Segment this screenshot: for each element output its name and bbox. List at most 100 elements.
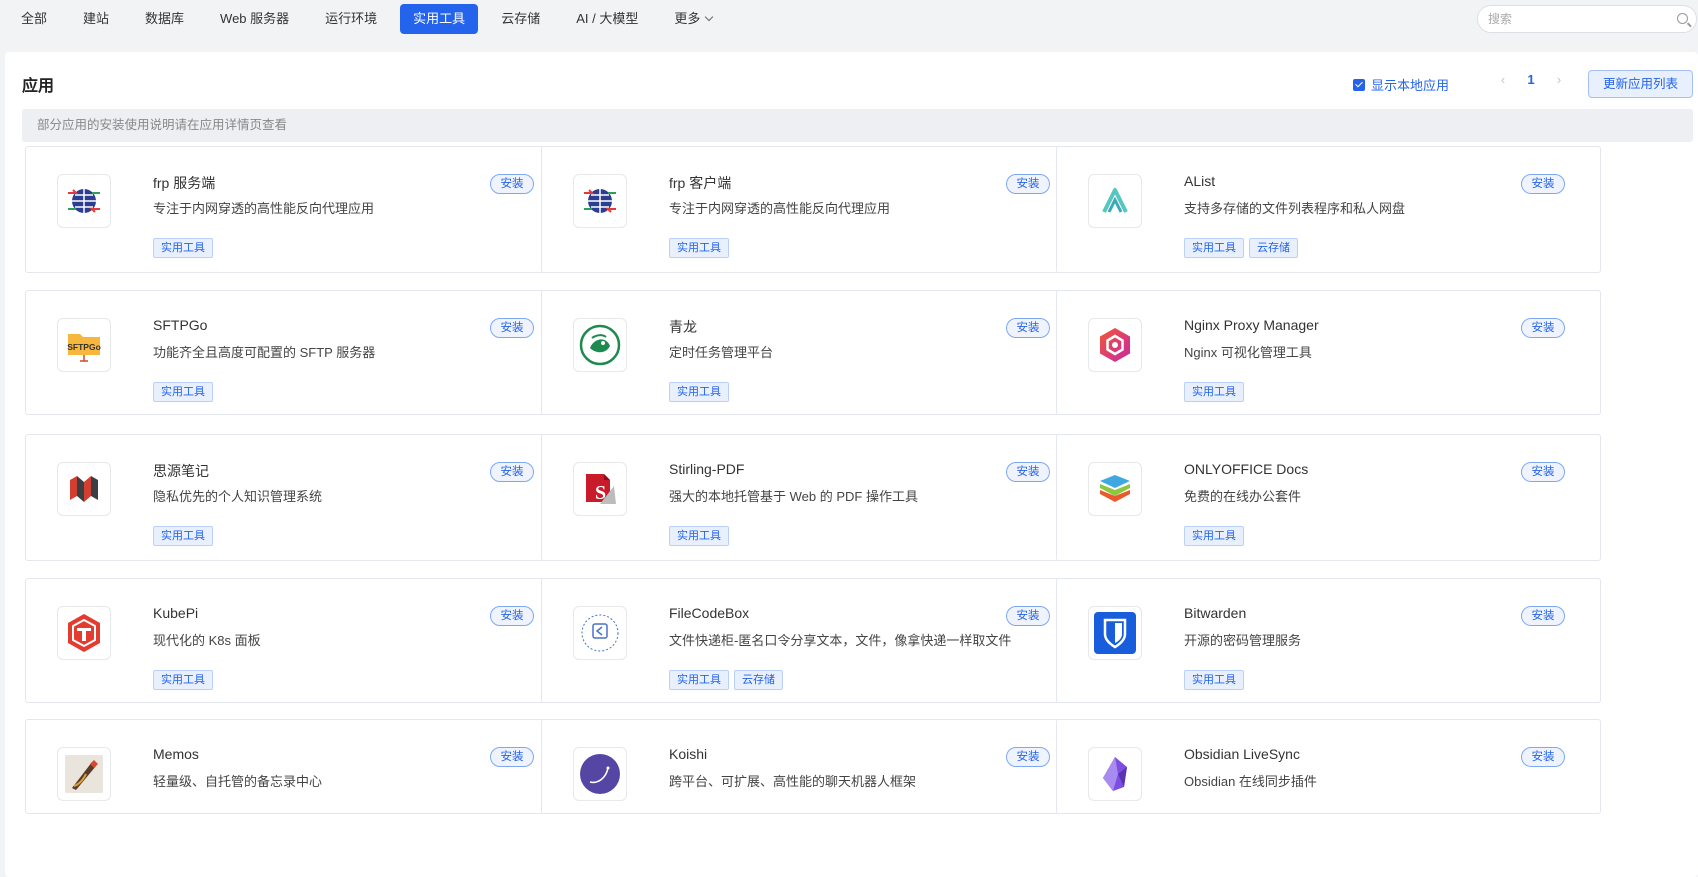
app-tag[interactable]: 实用工具 bbox=[669, 670, 729, 690]
app-name[interactable]: Obsidian LiveSync bbox=[1184, 746, 1300, 762]
search-input[interactable] bbox=[1478, 6, 1658, 32]
app-card[interactable]: Memos 轻量级、自托管的备忘录中心 安装 bbox=[25, 719, 570, 814]
show-local-apps-checkbox[interactable]: 显示本地应用 bbox=[1353, 75, 1449, 94]
install-button[interactable]: 安装 bbox=[490, 747, 534, 767]
app-name[interactable]: Stirling-PDF bbox=[669, 461, 744, 477]
app-name[interactable]: Memos bbox=[153, 746, 199, 762]
tab-more[interactable]: 更多 bbox=[661, 4, 725, 34]
sftpgo-icon: SFTPGo bbox=[57, 318, 111, 372]
install-button[interactable]: 安装 bbox=[1006, 318, 1050, 338]
app-card[interactable]: Koishi 跨平台、可扩展、高性能的聊天机器人框架 安装 bbox=[541, 719, 1086, 814]
app-name[interactable]: frp 客户端 bbox=[669, 173, 731, 193]
app-tag[interactable]: 实用工具 bbox=[1184, 382, 1244, 402]
obsidian-icon bbox=[1088, 747, 1142, 801]
app-name[interactable]: Nginx Proxy Manager bbox=[1184, 317, 1319, 333]
app-tag[interactable]: 实用工具 bbox=[153, 238, 213, 258]
app-name[interactable]: KubePi bbox=[153, 605, 198, 621]
install-button[interactable]: 安装 bbox=[490, 318, 534, 338]
app-tag[interactable]: 实用工具 bbox=[1184, 238, 1244, 258]
app-description: 专注于内网穿透的高性能反向代理应用 bbox=[153, 201, 375, 216]
app-tag[interactable]: 实用工具 bbox=[1184, 526, 1244, 546]
app-name[interactable]: SFTPGo bbox=[153, 317, 207, 333]
install-button[interactable]: 安装 bbox=[1006, 462, 1050, 482]
show-local-apps-label: 显示本地应用 bbox=[1371, 78, 1450, 93]
app-name[interactable]: 青龙 bbox=[669, 317, 697, 337]
tab-tools[interactable]: 实用工具 bbox=[400, 4, 479, 34]
app-name[interactable]: frp 服务端 bbox=[153, 173, 215, 193]
app-card[interactable]: ONLYOFFICE Docs 免费的在线办公套件 安装实用工具 bbox=[1056, 434, 1601, 561]
app-name[interactable]: FileCodeBox bbox=[669, 605, 749, 621]
app-tags: 实用工具 bbox=[153, 382, 218, 402]
install-button[interactable]: 安装 bbox=[1521, 747, 1565, 767]
alist-icon bbox=[1088, 174, 1142, 228]
app-tags: 实用工具 bbox=[153, 670, 218, 690]
app-card[interactable]: frp 客户端 专注于内网穿透的高性能反向代理应用 安装 实用工具 bbox=[541, 146, 1086, 273]
app-description: 免费的在线办公套件 bbox=[1184, 489, 1302, 504]
refresh-app-list-button[interactable]: 更新应用列表 bbox=[1588, 70, 1693, 98]
app-tags: 实用工具 bbox=[1184, 670, 1249, 690]
app-tag[interactable]: 实用工具 bbox=[669, 382, 729, 402]
install-button[interactable]: 安装 bbox=[1521, 462, 1565, 482]
tab-all[interactable]: 全部 bbox=[8, 4, 60, 34]
app-tag[interactable]: 实用工具 bbox=[153, 526, 213, 546]
app-card[interactable]: Bitwarden 开源的密码管理服务 安装 实用工具 bbox=[1056, 578, 1601, 703]
app-tag[interactable]: 实用工具 bbox=[669, 526, 729, 546]
koishi-icon bbox=[573, 747, 627, 801]
app-description: 功能齐全且高度可配置的 SFTP 服务器 bbox=[153, 345, 376, 360]
app-description: 支持多存储的文件列表程序和私人网盘 bbox=[1184, 201, 1406, 216]
tab-cloud-storage[interactable]: 云存储 bbox=[488, 4, 553, 34]
app-card[interactable]: 青龙 定时任务管理平台 安装 实用工具 bbox=[541, 290, 1086, 415]
tab-website[interactable]: 建站 bbox=[70, 4, 122, 34]
app-card[interactable]: FileCodeBox 文件快递柜-匿名口令分享文本，文件，像拿快递一样取文件 安装… bbox=[541, 578, 1086, 703]
app-tag[interactable]: 云存储 bbox=[1249, 238, 1298, 258]
app-tag[interactable]: 实用工具 bbox=[153, 670, 213, 690]
install-button[interactable]: 安装 bbox=[1521, 318, 1565, 338]
app-tags: 实用工具 bbox=[1184, 382, 1249, 402]
app-description: 隐私优先的个人知识管理系统 bbox=[153, 489, 323, 504]
tab-ai[interactable]: AI / 大模型 bbox=[563, 4, 651, 34]
app-card[interactable]: Obsidian LiveSync Obsidian 在线同步插件 安装 bbox=[1056, 719, 1601, 814]
app-card[interactable]: Nginx Proxy Manager Nginx 可视化管理工具 安装 实用工具 bbox=[1056, 290, 1601, 415]
siyuan-icon bbox=[57, 462, 111, 516]
app-name[interactable]: Koishi bbox=[669, 746, 707, 762]
app-card[interactable]: AList 支持多存储的文件列表程序和私人网盘 安装实用工具 云存储 bbox=[1056, 146, 1601, 273]
install-button[interactable]: 安装 bbox=[490, 462, 534, 482]
app-card[interactable]: SFTPGo SFTPGo 功能齐全且高度可配置的 SFTP 服务器 安装实用工具 bbox=[25, 290, 570, 415]
frp-icon bbox=[573, 174, 627, 228]
tab-database[interactable]: 数据库 bbox=[132, 4, 197, 34]
install-button[interactable]: 安装 bbox=[490, 174, 534, 194]
install-button[interactable]: 安装 bbox=[1521, 606, 1565, 626]
app-card[interactable]: frp 服务端专注于内网穿透的高性能反向代理应用 安装实用工具 bbox=[25, 146, 570, 273]
search-box bbox=[1477, 5, 1697, 33]
tab-runtime[interactable]: 运行环境 bbox=[312, 4, 390, 34]
app-card[interactable]: S Stirling-PDF 强大的本地托管基于 Web 的 PDF 操作工具 安装实… bbox=[541, 434, 1086, 561]
app-name[interactable]: Bitwarden bbox=[1184, 605, 1246, 621]
install-button[interactable]: 安装 bbox=[1521, 174, 1565, 194]
next-page-button[interactable]: › bbox=[1549, 72, 1569, 87]
app-card[interactable]: 思源笔记隐私优先的个人知识管理系统 安装实用工具 bbox=[25, 434, 570, 561]
app-tag[interactable]: 云存储 bbox=[734, 670, 783, 690]
app-tags: 实用工具 bbox=[669, 238, 734, 258]
app-card[interactable]: KubePi 现代化的 K8s 面板 安装 实用工具 bbox=[25, 578, 570, 703]
app-tag[interactable]: 实用工具 bbox=[153, 382, 213, 402]
app-tags: 实用工具 bbox=[153, 238, 218, 258]
tab-more-label: 更多 bbox=[674, 11, 701, 26]
app-name[interactable]: ONLYOFFICE Docs bbox=[1184, 461, 1308, 477]
page-number[interactable]: 1 bbox=[1513, 72, 1549, 87]
prev-page-button[interactable]: ‹ bbox=[1493, 72, 1513, 87]
notice-banner: 部分应用的安装使用说明请在应用详情页查看 bbox=[22, 109, 1693, 142]
tab-web-server[interactable]: Web 服务器 bbox=[207, 4, 302, 34]
search-icon[interactable] bbox=[1677, 13, 1688, 24]
app-name[interactable]: 思源笔记 bbox=[153, 461, 209, 481]
checkbox-checked-icon bbox=[1353, 78, 1365, 91]
app-name[interactable]: AList bbox=[1184, 173, 1215, 189]
stirling-pdf-icon: S bbox=[573, 462, 627, 516]
install-button[interactable]: 安装 bbox=[490, 606, 534, 626]
install-button[interactable]: 安装 bbox=[1006, 747, 1050, 767]
install-button[interactable]: 安装 bbox=[1006, 174, 1050, 194]
app-tag[interactable]: 实用工具 bbox=[1184, 670, 1244, 690]
memos-icon bbox=[57, 747, 111, 801]
app-tag[interactable]: 实用工具 bbox=[669, 238, 729, 258]
install-button[interactable]: 安装 bbox=[1006, 606, 1050, 626]
page-title: 应用 bbox=[22, 78, 55, 95]
